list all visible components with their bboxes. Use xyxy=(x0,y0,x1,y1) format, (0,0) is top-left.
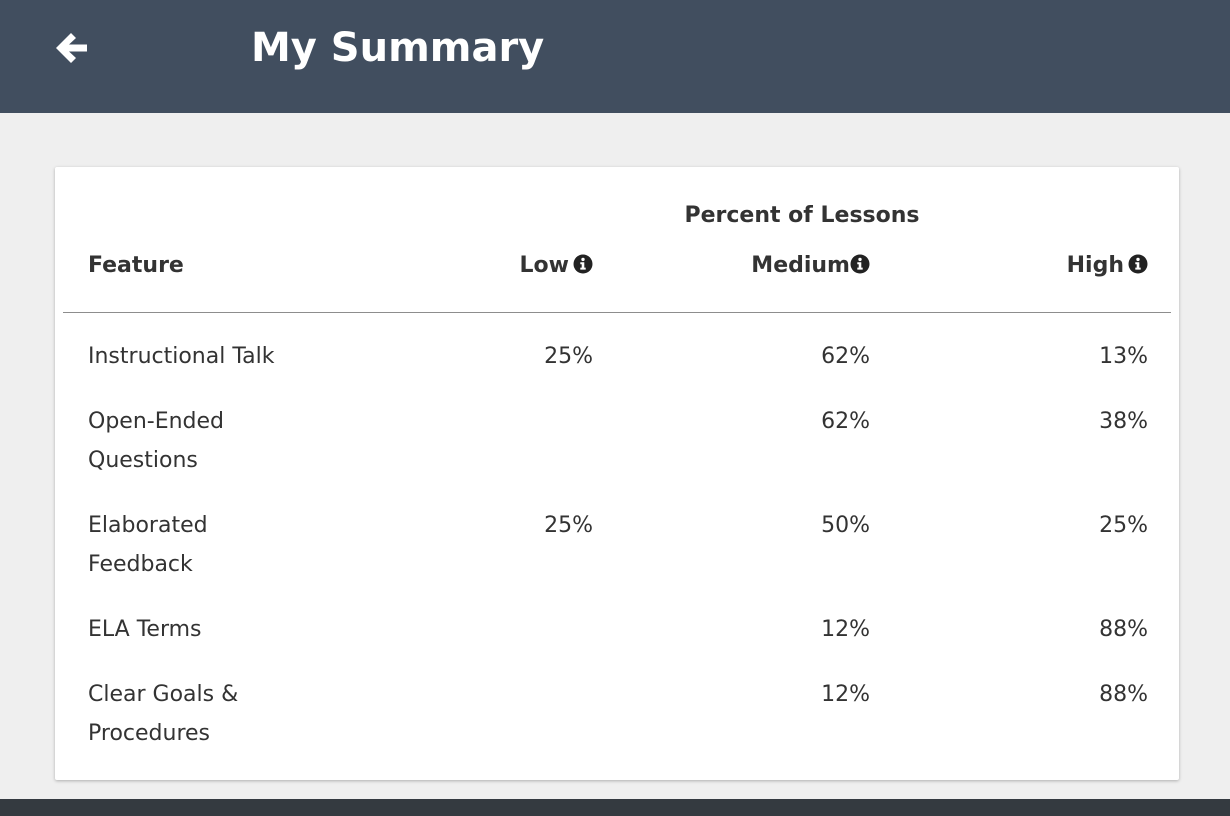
feature-cell: Elaborated Feedback xyxy=(88,513,208,577)
medium-cell: 62% xyxy=(821,344,870,369)
feature-column-header: Feature xyxy=(88,253,184,278)
medium-cell: 12% xyxy=(821,617,870,642)
table-row: Instructional Talk 25% 62% 13% xyxy=(55,337,1179,402)
feature-cell: Open-Ended Questions xyxy=(88,409,225,473)
high-cell: 88% xyxy=(1099,682,1148,707)
table-row: Clear Goals & Procedures 12% 88% xyxy=(55,675,1179,779)
table-row: Open-Ended Questions 62% 38% xyxy=(55,402,1179,506)
medium-column-label: Medium xyxy=(751,253,850,278)
feature-cell: ELA Terms xyxy=(88,617,202,642)
footer-bar xyxy=(0,799,1230,816)
table-body: Instructional Talk 25% 62% 13% Open-Ende… xyxy=(55,337,1179,779)
high-cell: 88% xyxy=(1099,617,1148,642)
high-column-header: High xyxy=(1067,253,1148,280)
high-cell: 13% xyxy=(1099,344,1148,369)
medium-column-header: Medium xyxy=(751,253,870,280)
low-cell: 25% xyxy=(544,513,593,538)
table-row: Elaborated Feedback 25% 50% 25% xyxy=(55,506,1179,610)
medium-cell: 12% xyxy=(821,682,870,707)
back-button[interactable] xyxy=(52,28,92,68)
app-header: My Summary xyxy=(0,0,1230,113)
feature-column-label: Feature xyxy=(88,253,184,278)
header-divider xyxy=(63,312,1171,313)
low-column-label: Low xyxy=(519,253,569,278)
medium-cell: 50% xyxy=(821,513,870,538)
low-column-header: Low xyxy=(520,253,593,280)
arrow-left-icon xyxy=(56,33,87,63)
info-icon[interactable] xyxy=(850,254,870,280)
medium-cell: 62% xyxy=(821,409,870,434)
page-title: My Summary xyxy=(251,25,545,71)
high-cell: 38% xyxy=(1099,409,1148,434)
high-cell: 25% xyxy=(1099,513,1148,538)
feature-cell: Clear Goals & Procedures xyxy=(88,682,239,746)
info-icon[interactable] xyxy=(573,254,593,280)
summary-card: Percent of Lessons Feature Low Medium Hi… xyxy=(55,167,1179,780)
feature-cell: Instructional Talk xyxy=(88,344,275,369)
low-cell: 25% xyxy=(544,344,593,369)
info-icon[interactable] xyxy=(1128,254,1148,280)
table-row: ELA Terms 12% 88% xyxy=(55,610,1179,675)
percent-of-lessons-header: Percent of Lessons xyxy=(684,203,920,228)
high-column-label: High xyxy=(1066,253,1124,278)
